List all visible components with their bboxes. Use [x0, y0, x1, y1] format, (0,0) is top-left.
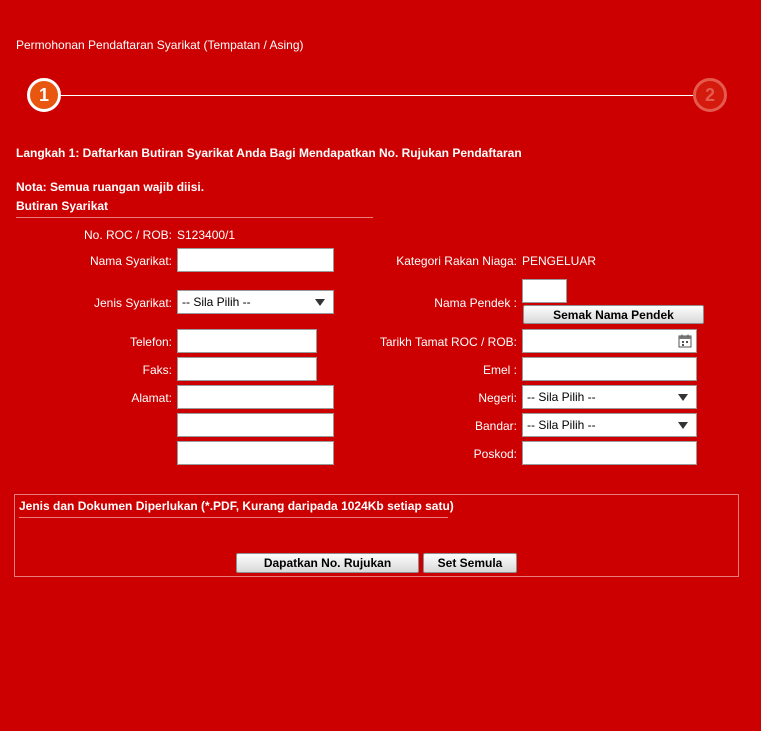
poskod-input[interactable] — [522, 441, 697, 465]
negeri-value: -- Sila Pilih -- — [527, 390, 596, 404]
nama-pendek-input[interactable] — [522, 279, 567, 303]
emel-label: Emel : — [482, 363, 517, 377]
nama-pendek-label: Nama Pendek : — [434, 296, 517, 310]
tarikh-tamat-label: Tarikh Tamat ROC / ROB: — [379, 335, 517, 349]
roc-label: No. ROC / ROB: — [83, 228, 172, 242]
bandar-label: Bandar: — [474, 419, 517, 433]
nama-syarikat-input[interactable] — [177, 248, 334, 272]
dapatkan-rujukan-button[interactable]: Dapatkan No. Rujukan — [236, 553, 419, 573]
instruction-text: Langkah 1: Daftarkan Butiran Syarikat An… — [16, 146, 522, 160]
faks-label: Faks: — [142, 363, 172, 377]
alamat-input-1[interactable] — [177, 385, 334, 409]
jenis-syarikat-value: -- Sila Pilih -- — [182, 295, 251, 309]
note-text: Nota: Semua ruangan wajib diisi. — [16, 180, 205, 194]
alamat-input-3[interactable] — [177, 441, 334, 465]
chevron-down-icon — [678, 421, 688, 429]
faks-input[interactable] — [177, 357, 317, 381]
documents-title: Jenis dan Dokumen Diperlukan (*.PDF, Kur… — [19, 499, 454, 513]
telefon-label: Telefon: — [129, 335, 172, 349]
step-1-indicator: 1 — [27, 78, 61, 112]
calendar-icon[interactable] — [678, 334, 692, 348]
kategori-label: Kategori Rakan Niaga: — [396, 254, 517, 268]
negeri-label: Negeri: — [478, 391, 517, 405]
progress-line — [44, 95, 712, 96]
bandar-select[interactable]: -- Sila Pilih -- — [522, 413, 697, 437]
semak-nama-pendek-button[interactable]: Semak Nama Pendek — [523, 305, 704, 324]
chevron-down-icon — [678, 393, 688, 401]
poskod-label: Poskod: — [473, 447, 517, 461]
section-title: Butiran Syarikat — [16, 199, 109, 213]
bandar-value: -- Sila Pilih -- — [527, 418, 596, 432]
negeri-select[interactable]: -- Sila Pilih -- — [522, 385, 697, 409]
step-2-indicator: 2 — [693, 78, 727, 112]
kategori-value: PENGELUAR — [522, 254, 597, 268]
tarikh-tamat-input[interactable] — [522, 329, 697, 353]
alamat-label: Alamat: — [131, 391, 172, 405]
page-title: Permohonan Pendaftaran Syarikat (Tempata… — [16, 38, 304, 52]
documents-divider — [19, 517, 448, 518]
nama-syarikat-label: Nama Syarikat: — [89, 254, 172, 268]
emel-input[interactable] — [522, 357, 697, 381]
set-semula-button[interactable]: Set Semula — [423, 553, 517, 573]
jenis-syarikat-label: Jenis Syarikat: — [93, 296, 172, 310]
roc-value: S123400/1 — [177, 228, 236, 242]
chevron-down-icon — [315, 298, 325, 306]
telefon-input[interactable] — [177, 329, 317, 353]
jenis-syarikat-select[interactable]: -- Sila Pilih -- — [177, 290, 334, 314]
alamat-input-2[interactable] — [177, 413, 334, 437]
section-divider — [16, 217, 373, 218]
